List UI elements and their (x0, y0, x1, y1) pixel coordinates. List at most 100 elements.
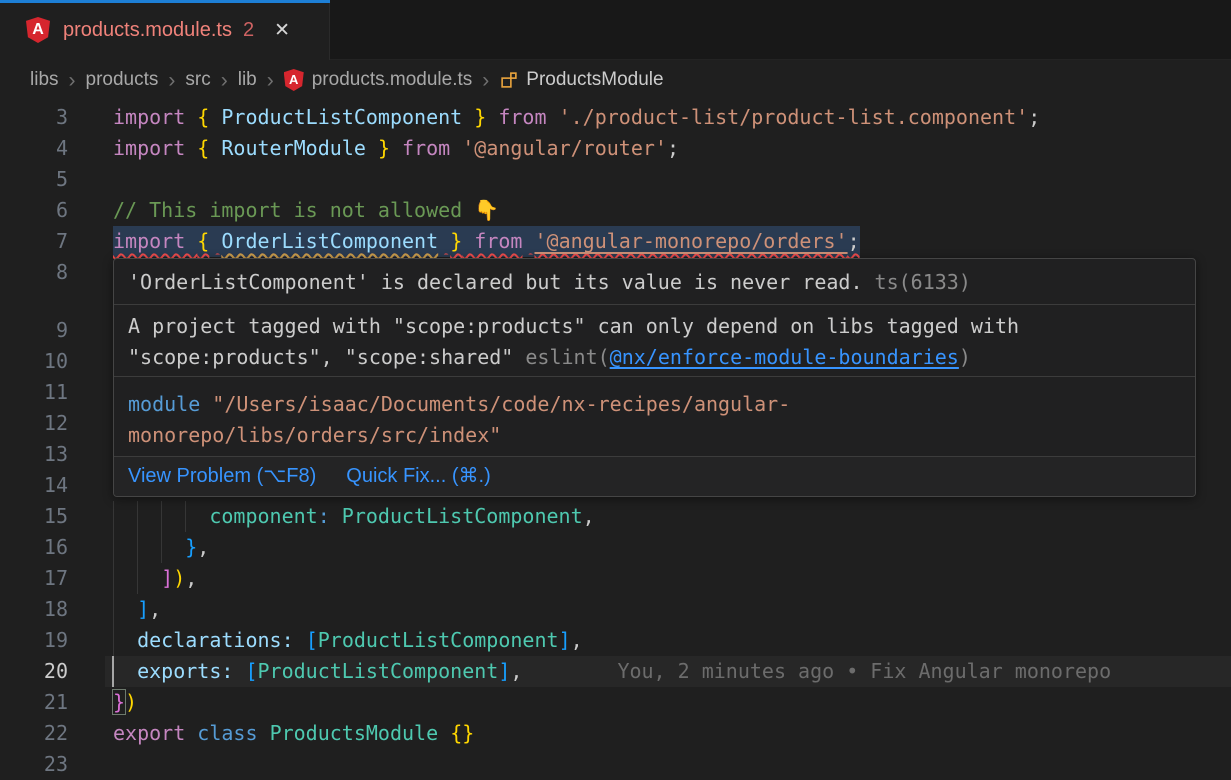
line-number[interactable]: 9 (0, 315, 68, 346)
code-token: ProductListComponent (318, 628, 559, 652)
code-text: component: ProductListComponent, (113, 501, 595, 532)
hover-text: ) (959, 345, 971, 369)
code-token: } (450, 229, 462, 253)
error-hover-popup: 'OrderListComponent' is declared but its… (113, 258, 1196, 497)
line-number[interactable]: 23 (0, 749, 68, 780)
breadcrumb-item-products-module-ts[interactable]: Aproducts.module.ts (284, 69, 473, 91)
code-token (113, 566, 161, 590)
close-icon[interactable]: ✕ (274, 19, 290, 42)
hover-text: "/Users/isaac/Documents/code/nx-recipes/… (212, 392, 790, 416)
line-number[interactable]: 13 (0, 439, 68, 470)
code-token (209, 229, 221, 253)
code-token: [ (245, 659, 257, 683)
code-token: ; (1028, 105, 1040, 129)
breadcrumb-label: ProductsModule (526, 69, 663, 91)
code-token (462, 105, 474, 129)
hover-status-bar: View Problem (⌥F8) Quick Fix... (⌘.) (114, 457, 1195, 496)
editor-tab-bar: A products.module.ts 2 ✕ (0, 0, 1231, 60)
line-number[interactable]: 19 (0, 625, 68, 656)
breadcrumb-item-products[interactable]: products (86, 69, 159, 91)
code-token: ) (173, 566, 185, 590)
code-token: class (197, 721, 257, 745)
code-editor: 3import { ProductListComponent } from '.… (0, 100, 1231, 780)
line-number[interactable]: 20 (0, 656, 68, 687)
hover-text-line: 'OrderListComponent' is declared but its… (128, 267, 1181, 298)
code-token (294, 628, 306, 652)
code-token: import (113, 136, 197, 160)
tab-problems-badge: 2 (243, 19, 254, 42)
code-line[interactable]: 22export class ProductsModule {} (0, 718, 1231, 749)
code-token: '@angular/router' (462, 136, 667, 160)
line-number[interactable]: 15 (0, 501, 68, 532)
breadcrumb-label: libs (30, 69, 59, 91)
line-number[interactable]: 22 (0, 718, 68, 749)
line-number[interactable]: 16 (0, 532, 68, 563)
code-token: } (474, 105, 486, 129)
line-number[interactable]: 5 (0, 164, 68, 195)
code-line[interactable]: 23 (0, 749, 1231, 780)
code-line[interactable]: 7import { OrderListComponent } from '@an… (0, 226, 1231, 257)
code-token: ] (498, 659, 510, 683)
code-line[interactable]: 5 (0, 164, 1231, 195)
hover-text-line: monorepo/libs/orders/src/index" (128, 420, 1181, 451)
code-token: from (486, 105, 546, 129)
code-token: , (185, 566, 197, 590)
line-number[interactable]: 17 (0, 563, 68, 594)
code-line[interactable]: 16 }, (0, 532, 1231, 563)
code-line[interactable]: 20 exports: [ProductListComponent],You, … (0, 656, 1231, 687)
code-line[interactable]: 21}) (0, 687, 1231, 718)
breadcrumb-item-libs[interactable]: libs (30, 69, 59, 91)
line-number[interactable]: 8 (0, 257, 68, 288)
code-token: ] (559, 628, 571, 652)
angular-file-icon: A (26, 17, 50, 43)
hover-text-line: "scope:products", "scope:shared" eslint(… (128, 342, 1181, 373)
code-text: declarations: [ProductListComponent], (113, 625, 583, 656)
code-token (185, 721, 197, 745)
tab-products-module[interactable]: A products.module.ts 2 ✕ (0, 0, 330, 60)
code-token: component (209, 504, 317, 528)
code-token: , (149, 597, 161, 621)
line-number[interactable]: 18 (0, 594, 68, 625)
view-problem-action[interactable]: View Problem (⌥F8) (128, 461, 316, 492)
line-number[interactable]: 12 (0, 408, 68, 439)
code-token: ) (125, 690, 137, 714)
code-token: ProductsModule (270, 721, 439, 745)
code-token: '@angular-monorepo/orders' (535, 229, 848, 253)
line-number[interactable]: 21 (0, 687, 68, 718)
line-number[interactable]: 4 (0, 133, 68, 164)
code-token (522, 229, 534, 253)
code-token: ; (667, 136, 679, 160)
line-number[interactable]: 3 (0, 102, 68, 133)
code-line[interactable]: 19 declarations: [ProductListComponent], (0, 625, 1231, 656)
code-line[interactable]: 17 ]), (0, 563, 1231, 594)
chevron-right-icon: › (168, 70, 175, 91)
breadcrumb-item-productsmodule[interactable]: ProductsModule (499, 69, 663, 91)
breadcrumb-label: products (86, 69, 159, 91)
code-token: {} (450, 721, 474, 745)
code-line[interactable]: 4import { RouterModule } from '@angular/… (0, 133, 1231, 164)
code-line[interactable]: 15 component: ProductListComponent, (0, 501, 1231, 532)
quick-fix-action[interactable]: Quick Fix... (⌘.) (346, 461, 490, 492)
eslint-rule-link[interactable]: @nx/enforce-module-boundaries (610, 345, 959, 369)
line-number[interactable]: 6 (0, 195, 68, 226)
line-number[interactable]: 7 (0, 226, 68, 257)
code-token: } (113, 690, 125, 714)
code-token: } (378, 136, 390, 160)
code-token (113, 628, 137, 652)
code-token (209, 105, 221, 129)
active-tab-accent (0, 0, 330, 3)
chevron-right-icon: › (482, 70, 489, 91)
breadcrumb-item-lib[interactable]: lib (238, 69, 257, 91)
code-line[interactable]: 18 ], (0, 594, 1231, 625)
code-line[interactable]: 6// This import is not allowed 👇 (0, 195, 1231, 226)
line-number[interactable]: 10 (0, 346, 68, 377)
code-token: from (462, 229, 522, 253)
hover-section: A project tagged with "scope:products" c… (114, 305, 1195, 377)
line-number[interactable]: 14 (0, 470, 68, 501)
line-number[interactable]: 11 (0, 377, 68, 408)
hover-text-line: module "/Users/isaac/Documents/code/nx-r… (128, 389, 1181, 420)
hover-text: module (128, 392, 212, 416)
chevron-right-icon: › (221, 70, 228, 91)
code-line[interactable]: 3import { ProductListComponent } from '.… (0, 102, 1231, 133)
breadcrumb-item-src[interactable]: src (185, 69, 210, 91)
